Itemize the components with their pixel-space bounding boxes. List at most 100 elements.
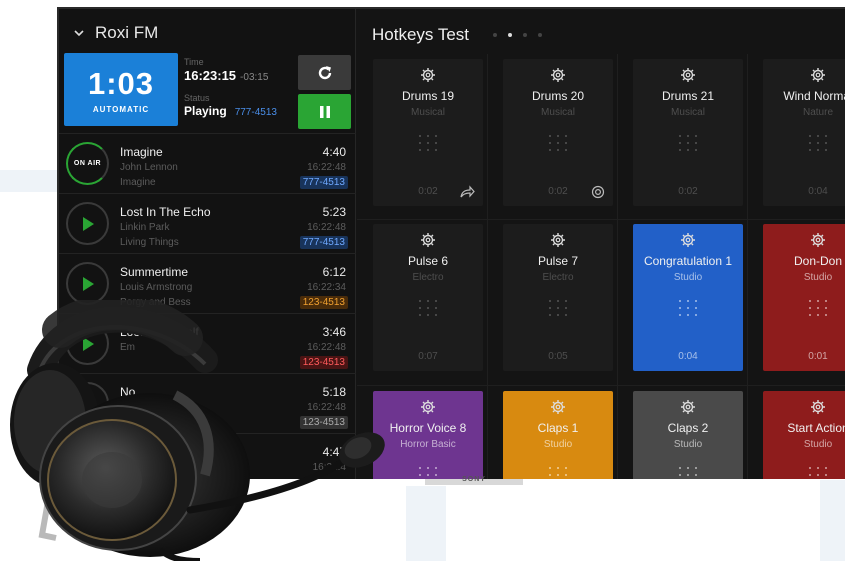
track-code-badge: 777-4513 [299,176,348,189]
drag-handle-icon[interactable] [808,134,828,152]
station-selector[interactable]: Roxi FM [73,23,158,43]
countdown-value: 1:03 [87,66,155,101]
pause-button[interactable] [298,94,351,129]
hotkey-category: Nature [802,107,833,118]
status-value: Playing 777-4513 [184,104,277,118]
hotkey-name: Drums 20 [531,89,584,103]
refresh-button[interactable] [298,55,351,90]
track-clock: 16:22:34 [307,282,346,293]
hotkey-tile[interactable]: Claps 2 Studio [633,391,743,479]
time-value: 16:23:15 -03:15 [184,68,277,83]
hotkey-category: Electro [412,272,444,283]
track-code-badge: 777-4513 [299,236,348,249]
hotkey-name: Drums 21 [661,89,714,103]
gear-icon[interactable] [420,232,436,248]
gear-icon[interactable] [680,67,696,83]
gear-icon[interactable] [420,399,436,415]
gear-icon[interactable] [550,67,566,83]
page-dot[interactable] [538,33,542,37]
track-artist: Louis Armstrong [120,282,193,293]
drag-handle-icon[interactable] [678,466,698,479]
grid-divider [357,385,845,386]
track-artist: Linkin Park [120,222,170,233]
play-button[interactable] [66,202,109,245]
station-name: Roxi FM [95,23,159,42]
hotkeys-panel: Hotkeys Test Drums 19 Musical 0:02 Drums 20… [357,9,845,479]
track-duration: 5:23 [322,205,346,219]
play-icon [82,216,94,231]
hotkey-category: Studio [803,439,833,450]
hotkey-name: Don-Don [793,254,843,268]
hotkey-duration: 0:04 [808,186,828,197]
hotkey-duration: 0:02 [678,186,698,197]
page-dot-active[interactable] [508,33,512,37]
track-album: Living Things [120,237,179,248]
hotkey-tile[interactable]: Start Action Studio [763,391,845,479]
track-album: Imagine [120,177,156,188]
background-accent [0,170,60,192]
hotkey-tile[interactable]: Don-Don Studio 0:01 [763,224,845,371]
share-icon[interactable] [459,185,475,199]
page-indicator[interactable] [493,33,542,37]
hotkey-tile[interactable]: Drums 19 Musical 0:02 [373,59,483,206]
hotkey-tile[interactable]: Wind Normal Nature 0:04 [763,59,845,206]
status-code: 777-4513 [234,107,277,118]
pause-icon [319,105,330,118]
hotkey-category: Musical [541,107,575,118]
list-item[interactable]: Lost In The Echo Linkin Park Living Thin… [59,193,356,253]
headset-image [10,300,385,561]
hotkey-tile[interactable]: Drums 20 Musical 0:02 [503,59,613,206]
grid-divider [617,54,618,479]
drag-handle-icon[interactable] [548,134,568,152]
grid-divider [487,54,488,479]
track-title: Lost In The Echo [120,205,211,219]
drag-handle-icon[interactable] [678,299,698,317]
refresh-icon [318,65,331,79]
hotkey-name: Start Action [787,421,845,435]
brand-logo: SONY [462,476,486,483]
gear-icon[interactable] [810,67,826,83]
drag-handle-icon[interactable] [808,466,828,479]
hotkey-name: Congratulation 1 [643,254,733,268]
now-playing-meta: Time 16:23:15 -03:15 Status Playing 777-45… [184,57,277,118]
gear-icon[interactable] [420,67,436,83]
hotkey-tile[interactable]: Drums 21 Musical 0:02 [633,59,743,206]
play-icon [82,276,94,291]
gear-icon[interactable] [550,232,566,248]
countdown-display: 1:03 AUTOMATIC [64,53,178,126]
hotkey-category: Studio [673,439,703,450]
drag-handle-icon[interactable] [548,466,568,479]
track-clock: 16:22:48 [307,222,346,233]
chevron-down-icon [74,30,84,37]
drag-handle-icon[interactable] [418,299,438,317]
gear-icon[interactable] [680,232,696,248]
mode-label: AUTOMATIC [92,105,150,114]
gear-icon[interactable] [810,232,826,248]
gear-icon[interactable] [550,399,566,415]
drag-handle-icon[interactable] [808,299,828,317]
drag-handle-icon[interactable] [548,299,568,317]
hotkey-tile[interactable]: Congratulation 1 Studio 0:04 [633,224,743,371]
page-dot[interactable] [523,33,527,37]
drag-handle-icon[interactable] [678,134,698,152]
hotkey-name: Pulse 6 [407,254,449,268]
hotkey-tile[interactable]: Claps 1 Studio [503,391,613,479]
gear-icon[interactable] [680,399,696,415]
hotkey-category: Musical [411,107,445,118]
list-item[interactable]: ON AIR Imagine John Lennon Imagine 4:40 … [59,133,356,193]
time-label: Time [184,57,204,67]
gear-icon[interactable] [810,399,826,415]
grid-divider [357,219,845,220]
background-accent [820,480,845,561]
grid-divider [747,54,748,479]
page-dot[interactable] [493,33,497,37]
hotkey-name: Claps 1 [537,421,579,435]
track-title: Summertime [120,265,189,279]
track-artist: John Lennon [120,162,178,173]
hotkey-category: Musical [671,107,705,118]
hotkey-tile[interactable]: Pulse 7 Electro 0:05 [503,224,613,371]
drag-handle-icon[interactable] [418,134,438,152]
track-duration: 6:12 [322,265,346,279]
loop-icon[interactable] [591,185,605,199]
play-button[interactable] [66,262,109,305]
